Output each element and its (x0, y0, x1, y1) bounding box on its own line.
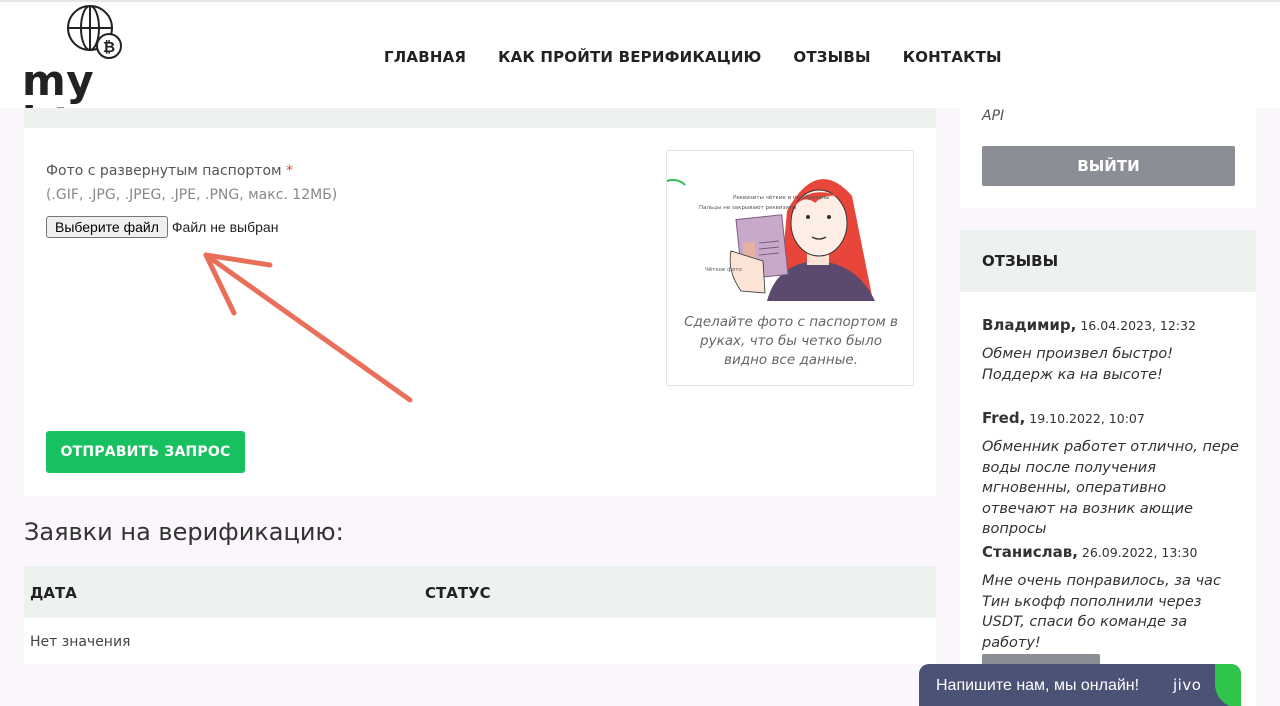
label-details-clear: Реквизиты чёткие и не обрезаны (733, 195, 829, 201)
review-item: Станислав, 26.09.2022, 13:30 Мне очень п… (982, 543, 1240, 653)
requests-title: Заявки на верификацию: (24, 518, 344, 546)
svg-text:₿: ₿ (103, 38, 115, 56)
nav-how-to-verify[interactable]: КАК ПРОЙТИ ВЕРИФИКАЦИЮ (498, 48, 761, 66)
review-date: 19.10.2022, 10:07 (1029, 411, 1145, 426)
label-fingers: Пальцы не закрывают реквизиты (699, 205, 797, 211)
reviews-header: ОТЗЫВЫ (960, 230, 1256, 292)
chat-prompt: Напишите нам, мы онлайн! (936, 677, 1140, 694)
passport-example-box: Реквизиты чёткие и не обрезаны Пальцы не… (666, 150, 914, 386)
reviews-panel: ОТЗЫВЫ Владимир, 16.04.2023, 12:32 Обмен… (960, 230, 1256, 706)
account-panel: API ВЫЙТИ (960, 108, 1256, 208)
review-meta: Fred, 19.10.2022, 10:07 (982, 409, 1240, 427)
label-clear-photo: Чёткое фото (705, 267, 742, 273)
review-text: Обменник работет отлично, пере воды посл… (982, 439, 1239, 537)
empty-value: Нет значения (30, 634, 131, 650)
chat-widget[interactable]: Напишите нам, мы онлайн! jivo (919, 664, 1241, 706)
column-date: ДАТА (30, 584, 77, 602)
review-meta: Станислав, 26.09.2022, 13:30 (982, 543, 1240, 561)
requests-table-body: Нет значения (24, 618, 936, 664)
logout-button[interactable]: ВЫЙТИ (982, 146, 1235, 186)
review-text: Мне очень понравилось, за час Тин ькофф … (982, 573, 1221, 651)
passport-photo-label-text: Фото с развернутым паспортом (46, 163, 282, 179)
red-arrow-annotation (203, 252, 413, 403)
site-header: ₿ my btc ГЛАВНАЯ КАК ПРОЙТИ ВЕРИФИКАЦИЮ … (0, 0, 1280, 144)
globe-bitcoin-icon: ₿ (67, 5, 122, 59)
passport-selfie-illustration: Реквизиты чёткие и не обрезаны Пальцы не… (667, 179, 875, 301)
requests-table: ДАТА СТАТУС Нет значения (24, 566, 936, 664)
review-item: Владимир, 16.04.2023, 12:32 Обмен произв… (982, 316, 1240, 385)
nav-reviews[interactable]: ОТЗЫВЫ (793, 48, 870, 66)
submit-request-button[interactable]: ОТПРАВИТЬ ЗАПРОС (46, 431, 245, 473)
review-text: Обмен произвел быстро! Поддерж ка на выс… (982, 346, 1174, 383)
review-author: Fred, (982, 409, 1026, 427)
file-format-hint: (.GIF, .JPG, .JPEG, .JPE, .PNG, макс. 12… (46, 187, 338, 203)
file-status: Файл не выбран (171, 219, 279, 235)
example-caption: Сделайте фото с паспортом в руках, что б… (684, 314, 898, 368)
review-meta: Владимир, 16.04.2023, 12:32 (982, 316, 1240, 334)
jivo-logo: jivo (1173, 676, 1202, 694)
jivo-leaf-icon (1215, 664, 1241, 706)
review-author: Станислав, (982, 543, 1078, 561)
verification-form-card: Фото с развернутым паспортом * (.GIF, .J… (24, 108, 936, 496)
reviews-title: ОТЗЫВЫ (982, 252, 1059, 270)
file-input: Выберите файл Файл не выбран (46, 216, 278, 238)
form-card-top-strip (24, 108, 936, 128)
review-item: Fred, 19.10.2022, 10:07 Обменник работет… (982, 409, 1240, 540)
nav-contacts[interactable]: КОНТАКТЫ (903, 48, 1002, 66)
main-nav: ГЛАВНАЯ КАК ПРОЙТИ ВЕРИФИКАЦИЮ ОТЗЫВЫ КО… (384, 48, 1002, 66)
required-mark: * (286, 163, 294, 179)
nav-home[interactable]: ГЛАВНАЯ (384, 48, 466, 66)
review-date: 16.04.2023, 12:32 (1080, 318, 1196, 333)
review-author: Владимир, (982, 316, 1077, 334)
review-date: 26.09.2022, 13:30 (1081, 545, 1198, 560)
api-text: API (982, 108, 1005, 124)
requests-table-header: ДАТА СТАТУС (24, 566, 936, 618)
choose-file-button[interactable]: Выберите файл (46, 216, 168, 238)
column-status: СТАТУС (425, 584, 491, 602)
site-logo[interactable]: ₿ my btc (22, 2, 172, 144)
passport-photo-label: Фото с развернутым паспортом * (46, 163, 293, 179)
